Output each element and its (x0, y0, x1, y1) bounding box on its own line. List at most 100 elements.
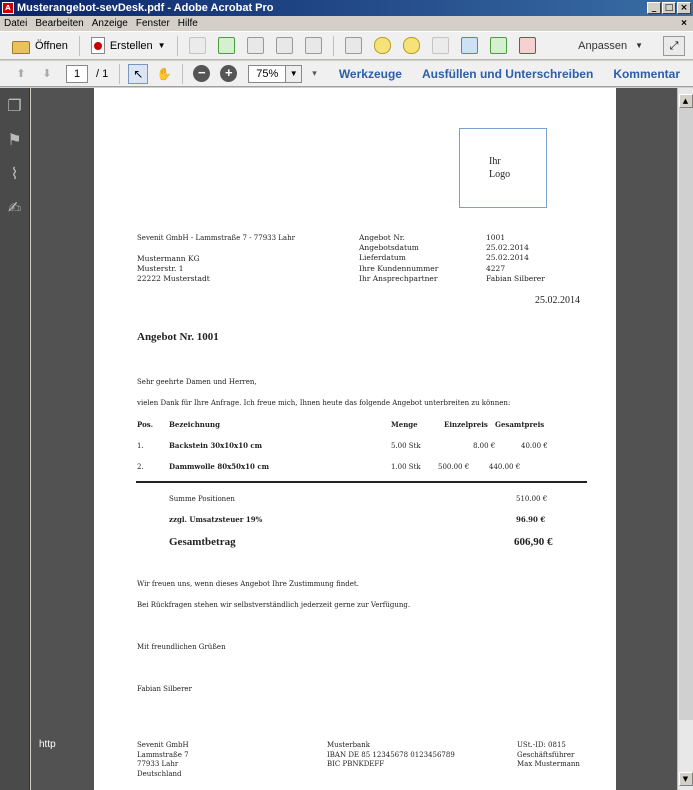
export-icon[interactable] (489, 37, 507, 54)
highlight-icon[interactable] (402, 37, 420, 54)
info-label: Angebot Nr. (359, 233, 405, 242)
attachment-icon[interactable]: ⌇ (5, 164, 25, 184)
create-pdf-icon (90, 37, 105, 54)
expand-icon[interactable]: ⤢ (663, 35, 685, 56)
info-value: Fabian Silberer (486, 273, 545, 283)
closing-text: Wir freuen uns, wenn dieses Angebot Ihre… (137, 580, 359, 588)
footer-line: 77933 Lahr (137, 760, 179, 768)
scroll-track[interactable] (678, 108, 693, 720)
pdf-page: Ihr Logo Sevenit GmbH - Lammstraße 7 - 7… (94, 88, 616, 790)
footer-line: Lammstraße 7 (137, 750, 189, 759)
menu-bearbeiten[interactable]: Bearbeiten (31, 18, 87, 29)
menu-fenster[interactable]: Fenster (132, 18, 174, 29)
footer-company: Sevenit GmbH Lammstraße 7 77933 Lahr Deu… (137, 741, 189, 779)
row-description: Backstein 30x10x10 cm (169, 441, 263, 450)
col-header-unit-price: Einzelpreis (444, 420, 488, 429)
toolbar-divider (78, 35, 80, 56)
footer-line: USt.-ID: 0815 (517, 741, 566, 749)
create-button[interactable]: Erstellen ▼ (85, 35, 172, 57)
document-date: 25.02.2014 (535, 295, 580, 306)
zoom-input[interactable]: 75% (248, 64, 287, 83)
recipient-line: Mustermann KG (137, 254, 200, 263)
minimize-button[interactable]: _ (647, 2, 661, 14)
regards-text: Mit freundlichen Grüßen (137, 643, 226, 651)
zoom-out-icon[interactable]: − (193, 65, 211, 82)
sender-line: Sevenit GmbH - Lammstraße 7 - 77933 Lahr (137, 234, 295, 242)
row-unit-price: 500.00 € (438, 463, 470, 471)
info-label: Lieferdatum (359, 253, 406, 263)
cloud-upload-icon[interactable] (217, 37, 235, 54)
select-tool-icon[interactable]: ↖ (128, 63, 149, 84)
vertical-scrollbar[interactable]: ▲ ▼ (677, 88, 693, 790)
page-thumbnails-icon[interactable]: ❐ (5, 96, 25, 116)
bookmark-icon[interactable]: ⚑ (5, 130, 25, 150)
tools-pane-link[interactable]: Werkzeuge (339, 67, 402, 81)
closing-text: Bei Rückfragen stehen wir selbstverständ… (137, 601, 411, 609)
customize-label: Anpassen (578, 39, 628, 52)
logo-placeholder: Ihr Logo (459, 128, 547, 208)
document-close-button[interactable]: × (681, 18, 687, 29)
chevron-down-icon: ▼ (635, 41, 643, 50)
print-icon[interactable] (246, 37, 264, 54)
tax-value: 96.90 € (516, 515, 546, 524)
chevron-down-icon[interactable]: ▼ (286, 64, 303, 83)
logo-text: Ihr (489, 156, 501, 167)
offer-info-labels: Angebot Nr. Angebotsdatum Lieferdatum Ih… (359, 233, 438, 284)
edit-icon[interactable] (275, 37, 293, 54)
signature-icon[interactable]: ✍ (5, 198, 25, 218)
navigation-toolbar: ⬆ ⬇ 1 / 1 ↖ ✋ − + 75% ▼ ▾ Werkzeuge Ausf… (0, 61, 693, 87)
create-label: Erstellen (109, 39, 153, 52)
more-tools-icon[interactable]: ▾ (312, 68, 317, 79)
page-number-input[interactable]: 1 (66, 64, 88, 83)
toolbar-divider (182, 63, 184, 84)
arrow-up-icon[interactable]: ⬆ (14, 67, 28, 81)
recipient-address: Mustermann KG Musterstr. 1 22222 Musters… (137, 254, 210, 285)
info-label: Ihr Ansprechpartner (359, 273, 438, 283)
window-title: Musterangebot-sevDesk.pdf - Adobe Acroba… (17, 2, 274, 14)
table-divider (136, 481, 587, 483)
row-pos: 1. (137, 442, 144, 450)
footer-line: Sevenit GmbH (137, 741, 189, 749)
hand-tool-icon[interactable]: ✋ (154, 64, 174, 84)
row-pos: 2. (137, 463, 144, 471)
info-value: 4227 (486, 263, 506, 273)
left-navigation-pane: ❐ ⚑ ⌇ ✍ (0, 88, 30, 790)
maximize-button[interactable]: □ (662, 2, 676, 14)
email-icon[interactable] (304, 37, 322, 54)
customize-dropdown[interactable]: Anpassen ▼ (578, 40, 643, 52)
main-toolbar: Öffnen Erstellen ▼ Anpassen ▼ ⤢ (0, 31, 693, 60)
intro-text: vielen Dank für Ihre Anfrage. Ich freue … (137, 399, 511, 407)
combine-files-icon[interactable] (460, 37, 478, 54)
stamp-icon[interactable] (431, 37, 449, 54)
menu-hilfe[interactable]: Hilfe (174, 18, 202, 29)
form-icon[interactable] (518, 37, 536, 54)
zoom-in-icon[interactable]: + (220, 65, 238, 82)
arrow-down-icon[interactable]: ⬇ (40, 67, 54, 81)
footer-line: Deutschland (137, 769, 182, 778)
acrobat-app-icon: A (2, 2, 14, 14)
fill-sign-pane-link[interactable]: Ausfüllen und Unterschreiben (422, 67, 593, 81)
chevron-down-icon: ▼ (157, 41, 166, 50)
offer-info-values: 1001 25.02.2014 25.02.2014 4227 Fabian S… (486, 233, 545, 284)
open-button[interactable]: Öffnen (6, 35, 74, 57)
row-description: Dammwolle 80x50x10 cm (169, 462, 269, 471)
sum-label: Summe Positionen (169, 495, 235, 503)
scroll-down-icon[interactable]: ▼ (678, 772, 693, 786)
close-button[interactable]: × (677, 2, 691, 14)
info-label: Ihre Kundennummer (359, 263, 439, 273)
menu-anzeige[interactable]: Anzeige (88, 18, 132, 29)
footer-line: IBAN DE 85 12345678 0123456789 (327, 750, 455, 759)
footer-line: BIC PBNKDEFF (327, 760, 385, 768)
save-icon[interactable] (188, 37, 206, 54)
footer-management: USt.-ID: 0815 Geschäftsführer Max Muster… (517, 741, 580, 770)
recipient-line: 22222 Musterstadt (137, 274, 210, 284)
comment-icon[interactable] (373, 37, 391, 54)
info-value: 1001 (486, 233, 506, 242)
grand-total-label: Gesamtbetrag (169, 536, 236, 548)
comment-pane-link[interactable]: Kommentar (613, 67, 680, 81)
gear-icon[interactable] (344, 37, 362, 54)
menu-datei[interactable]: Datei (0, 18, 31, 29)
info-value: 25.02.2014 (486, 243, 529, 253)
info-label: Angebotsdatum (359, 243, 419, 253)
scroll-up-icon[interactable]: ▲ (678, 94, 693, 108)
